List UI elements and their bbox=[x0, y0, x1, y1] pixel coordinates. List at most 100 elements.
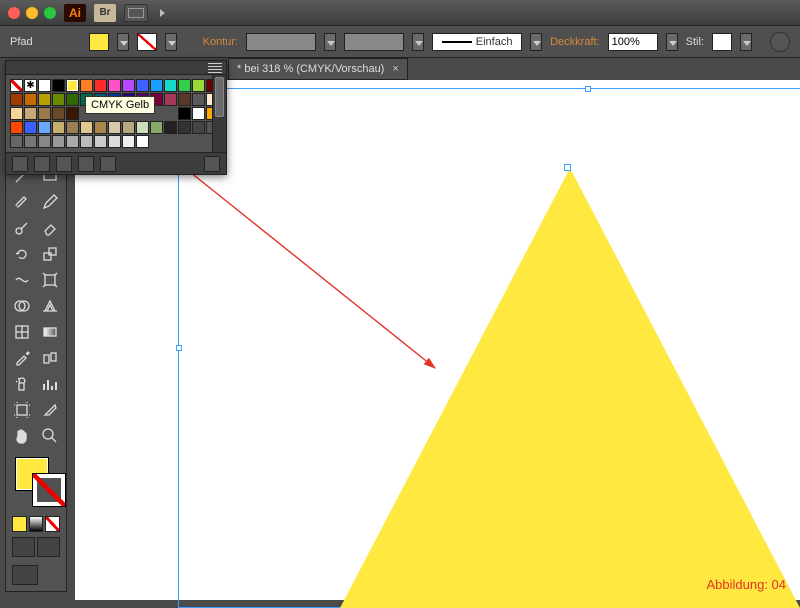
hand-tool[interactable] bbox=[9, 424, 35, 448]
swatch[interactable] bbox=[10, 135, 23, 148]
minimize-window-button[interactable] bbox=[26, 7, 38, 19]
blend-tool[interactable] bbox=[37, 346, 63, 370]
swatch[interactable] bbox=[52, 121, 65, 134]
swatch[interactable] bbox=[136, 135, 149, 148]
document-tab[interactable]: * bei 318 % (CMYK/Vorschau) × bbox=[228, 58, 408, 80]
swatches-scrollbar[interactable] bbox=[212, 75, 226, 152]
selection-handle[interactable] bbox=[176, 345, 182, 351]
fill-stroke-indicator[interactable] bbox=[9, 454, 63, 512]
swatch[interactable] bbox=[10, 121, 23, 134]
swatch[interactable] bbox=[136, 79, 149, 92]
fill-dropdown-icon[interactable] bbox=[117, 33, 129, 51]
delete-swatch-icon[interactable] bbox=[204, 156, 220, 172]
opacity-input[interactable]: 100% bbox=[608, 33, 658, 51]
close-tab-icon[interactable]: × bbox=[392, 63, 398, 75]
artboard-tool[interactable] bbox=[9, 398, 35, 422]
stroke-profile-input[interactable] bbox=[344, 33, 404, 51]
swatch[interactable] bbox=[66, 79, 79, 92]
swatch[interactable] bbox=[24, 121, 37, 134]
swatch-libraries-icon[interactable] bbox=[12, 156, 28, 172]
swatch[interactable] bbox=[192, 79, 205, 92]
scrollbar-thumb[interactable] bbox=[215, 77, 224, 117]
swatch[interactable] bbox=[38, 121, 51, 134]
brush-style-dropdown-icon[interactable] bbox=[530, 33, 542, 51]
swatch-options-icon[interactable] bbox=[56, 156, 72, 172]
blob-brush-tool[interactable] bbox=[9, 216, 35, 240]
swatch[interactable] bbox=[24, 79, 37, 92]
swatch[interactable] bbox=[94, 135, 107, 148]
swatch[interactable] bbox=[10, 107, 23, 120]
swatch-kind-menu-icon[interactable] bbox=[34, 156, 50, 172]
swatch[interactable] bbox=[66, 107, 79, 120]
paintbrush-tool[interactable] bbox=[9, 190, 35, 214]
scale-tool[interactable] bbox=[37, 242, 63, 266]
color-mode-none[interactable] bbox=[45, 516, 60, 532]
swatch[interactable] bbox=[192, 121, 205, 134]
swatch[interactable] bbox=[178, 79, 191, 92]
bridge-button[interactable]: Br bbox=[94, 4, 116, 22]
graphic-style-swatch[interactable] bbox=[712, 33, 732, 51]
swatch[interactable] bbox=[164, 93, 177, 106]
zoom-window-button[interactable] bbox=[44, 7, 56, 19]
eyedropper-tool[interactable] bbox=[9, 346, 35, 370]
swatch[interactable] bbox=[66, 121, 79, 134]
triangle-shape[interactable] bbox=[340, 168, 800, 608]
stroke-profile-dropdown-icon[interactable] bbox=[412, 33, 424, 51]
swatch[interactable] bbox=[122, 135, 135, 148]
stroke-swatch[interactable] bbox=[137, 33, 157, 51]
swatches-panel-header[interactable] bbox=[6, 61, 226, 75]
swatch[interactable] bbox=[10, 93, 23, 106]
swatch[interactable] bbox=[178, 93, 191, 106]
color-mode-gradient[interactable] bbox=[29, 516, 44, 532]
swatch[interactable] bbox=[178, 107, 191, 120]
stroke-weight-input[interactable] bbox=[246, 33, 316, 51]
swatch[interactable] bbox=[192, 93, 205, 106]
swatch[interactable] bbox=[94, 121, 107, 134]
close-window-button[interactable] bbox=[8, 7, 20, 19]
swatch[interactable] bbox=[38, 79, 51, 92]
stroke-dropdown-icon[interactable] bbox=[165, 33, 177, 51]
swatch[interactable] bbox=[66, 135, 79, 148]
swatch[interactable] bbox=[150, 79, 163, 92]
swatch[interactable] bbox=[52, 93, 65, 106]
swatch[interactable] bbox=[10, 79, 23, 92]
zoom-tool[interactable] bbox=[37, 424, 63, 448]
panel-menu-button[interactable] bbox=[770, 32, 790, 52]
swatch[interactable] bbox=[52, 135, 65, 148]
symbol-sprayer-tool[interactable] bbox=[9, 372, 35, 396]
swatch[interactable] bbox=[108, 79, 121, 92]
pencil-tool[interactable] bbox=[37, 190, 63, 214]
swatch[interactable] bbox=[192, 107, 205, 120]
arrange-docs-button[interactable] bbox=[124, 4, 148, 22]
screen-mode-button[interactable] bbox=[12, 565, 38, 585]
graphic-style-dropdown-icon[interactable] bbox=[740, 33, 752, 51]
stroke-weight-dropdown-icon[interactable] bbox=[324, 33, 336, 51]
draw-normal-mode[interactable] bbox=[12, 537, 35, 557]
fill-swatch[interactable] bbox=[89, 33, 109, 51]
swatch[interactable] bbox=[122, 121, 135, 134]
swatch[interactable] bbox=[80, 79, 93, 92]
width-tool[interactable] bbox=[9, 268, 35, 292]
swatch[interactable] bbox=[24, 107, 37, 120]
swatch[interactable] bbox=[136, 121, 149, 134]
panel-flyout-menu-icon[interactable] bbox=[208, 63, 222, 73]
color-mode-solid[interactable] bbox=[12, 516, 27, 532]
swatch[interactable] bbox=[164, 79, 177, 92]
new-swatch-icon[interactable] bbox=[100, 156, 116, 172]
swatch[interactable] bbox=[38, 135, 51, 148]
swatch[interactable] bbox=[66, 93, 79, 106]
slice-tool[interactable] bbox=[37, 398, 63, 422]
shape-builder-tool[interactable] bbox=[9, 294, 35, 318]
selection-handle[interactable] bbox=[585, 86, 591, 92]
column-graph-tool[interactable] bbox=[37, 372, 63, 396]
swatch[interactable] bbox=[52, 79, 65, 92]
rotate-tool[interactable] bbox=[9, 242, 35, 266]
swatch[interactable] bbox=[38, 107, 51, 120]
swatch[interactable] bbox=[122, 79, 135, 92]
swatch[interactable] bbox=[164, 121, 177, 134]
opacity-dropdown-icon[interactable] bbox=[666, 33, 678, 51]
mesh-tool[interactable] bbox=[9, 320, 35, 344]
swatch[interactable] bbox=[80, 121, 93, 134]
swatch[interactable] bbox=[38, 93, 51, 106]
swatch[interactable] bbox=[108, 121, 121, 134]
